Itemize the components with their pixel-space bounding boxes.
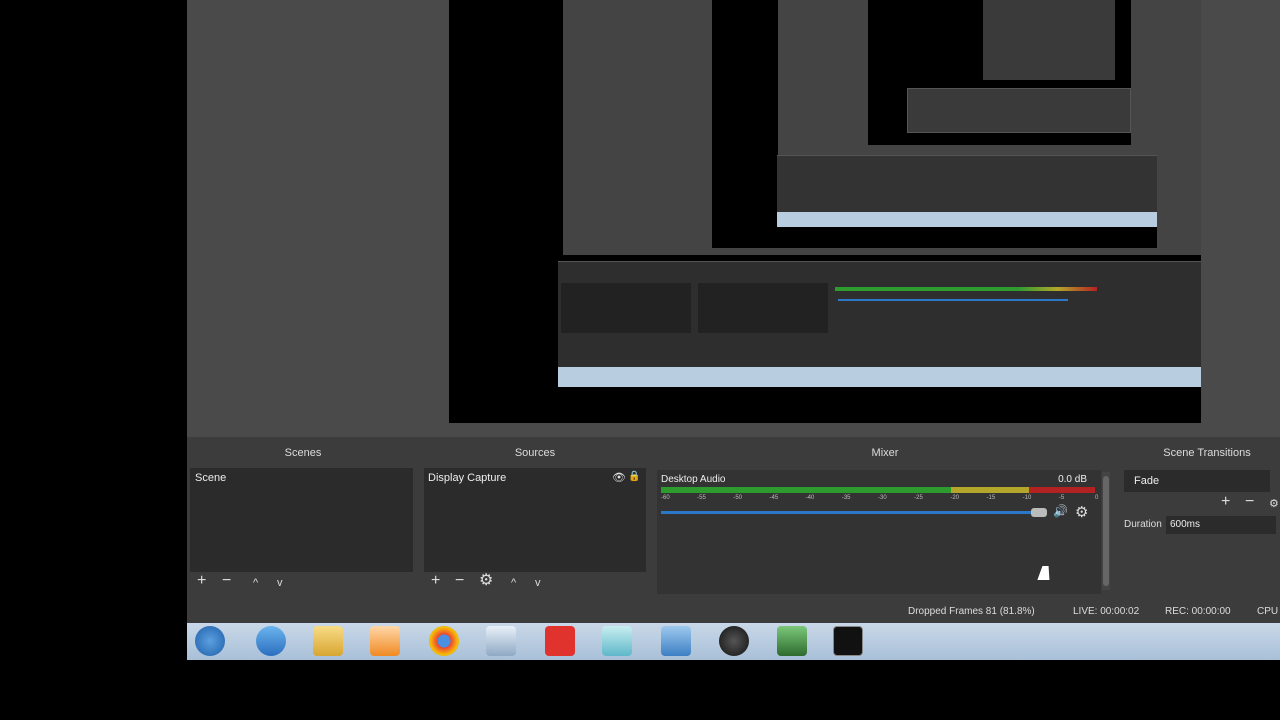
file-explorer-icon[interactable] [313, 626, 343, 656]
cpu-status: CPU [1257, 606, 1279, 617]
rec-status: REC: 00:00:00 [1165, 606, 1231, 617]
meter-tick-label: -5 [1058, 495, 1065, 501]
lock-icon[interactable]: 🔒 [628, 471, 640, 482]
nested-meter [835, 287, 1097, 291]
add-scene-button[interactable]: + [197, 573, 206, 589]
meter-tick-label: -60 [661, 495, 670, 501]
transition-selected-label: Fade [1134, 475, 1160, 487]
eye-icon[interactable]: 👁 [612, 471, 626, 484]
meter-tick-label: -30 [878, 495, 887, 501]
scenes-title: Scenes [284, 447, 322, 459]
sources-title: Sources [514, 447, 556, 459]
command-prompt-icon[interactable] [833, 626, 863, 656]
add-transition-button[interactable]: + [1221, 494, 1230, 510]
mixer-gear-icon[interactable]: ⚙ [1075, 503, 1088, 521]
add-source-button[interactable]: + [431, 573, 440, 589]
notes-app-icon[interactable] [602, 626, 632, 656]
source-item[interactable]: Display Capture [428, 472, 506, 484]
meter-tick-label: -10 [1022, 495, 1032, 501]
speaker-icon[interactable]: 🔊 [1053, 504, 1068, 518]
meter-tick-label: 0 [1095, 495, 1099, 501]
remove-transition-button[interactable]: − [1245, 494, 1254, 510]
move-scene-down-button[interactable]: v [277, 575, 283, 591]
nested-taskbar-small [777, 212, 1157, 227]
anydesk-icon[interactable] [545, 626, 575, 656]
scene-item[interactable]: Scene [195, 472, 226, 484]
sources-list[interactable]: Display Capture 👁 🔒 [424, 468, 646, 572]
move-source-up-button[interactable]: ^ [511, 575, 516, 591]
meter-tick-label: -45 [769, 495, 779, 501]
live-status: LIVE: 00:00:02 [1073, 606, 1140, 617]
mixer-panel: Desktop Audio 0.0 dB -60 -55 -50 -45 -40 -35-… [657, 470, 1101, 594]
duration-label: Duration [1124, 519, 1162, 530]
mixer-scrollbar[interactable] [1102, 472, 1110, 590]
meter-tick-label: -25 [914, 495, 923, 501]
meter-ticks: -60 -55 -50 -45 -40 -35 -30 -25 -20 -15 -10 -5 0 [661, 495, 1099, 503]
nested-capture-8 [777, 155, 1157, 217]
nested-capture-7 [983, 0, 1115, 80]
network-app-icon[interactable] [661, 626, 691, 656]
meter-tick-label: -50 [733, 495, 742, 501]
monitor-app-icon[interactable] [777, 626, 807, 656]
transition-select[interactable]: Fade [1124, 470, 1270, 492]
start-button-icon[interactable] [195, 626, 225, 656]
scenes-list[interactable]: Scene [190, 468, 413, 572]
move-scene-up-button[interactable]: ^ [253, 575, 258, 591]
nested-taskbar [558, 367, 1201, 387]
obs-icon[interactable] [719, 626, 749, 656]
meter-tick-label: -15 [986, 495, 996, 501]
nested-slider [838, 299, 1068, 301]
duration-value: 600ms [1170, 519, 1201, 530]
meter-tick-label: -40 [805, 495, 815, 501]
remove-source-button[interactable]: − [455, 573, 464, 589]
obs-window: Scenes Sources Mixer Scene Transitions S… [187, 0, 1280, 660]
volume-slider-track[interactable] [661, 511, 1047, 514]
remove-scene-button[interactable]: − [222, 573, 231, 589]
move-source-down-button[interactable]: v [535, 575, 541, 591]
source-properties-gear-icon[interactable]: ⚙ [479, 573, 493, 589]
mixer-channel-name: Desktop Audio [661, 474, 726, 485]
volume-slider-handle[interactable] [1031, 508, 1047, 517]
nested-scenes-list [561, 283, 691, 333]
meter-tick-label: -55 [697, 495, 706, 501]
transitions-title: Scene Transitions [1163, 447, 1251, 459]
meter-tick-label: -35 [841, 495, 851, 501]
mixer-title: Mixer [871, 447, 899, 459]
document-app-icon[interactable] [486, 626, 516, 656]
duration-input[interactable]: 600ms [1166, 516, 1276, 534]
nested-sources-list [698, 283, 828, 333]
media-player-icon[interactable] [370, 626, 400, 656]
nested-capture-5 [907, 88, 1131, 133]
mixer-level-readout: 0.0 dB [1058, 474, 1087, 485]
transition-gear-icon[interactable]: ⚙ [1269, 496, 1279, 512]
internet-explorer-icon[interactable] [256, 626, 286, 656]
dropped-frames-status: Dropped Frames 81 (81.8%) [908, 606, 1035, 617]
chrome-icon[interactable] [429, 626, 459, 656]
volume-meter [661, 487, 1095, 493]
preview-area [187, 0, 1280, 437]
meter-tick-label: -20 [950, 495, 959, 501]
